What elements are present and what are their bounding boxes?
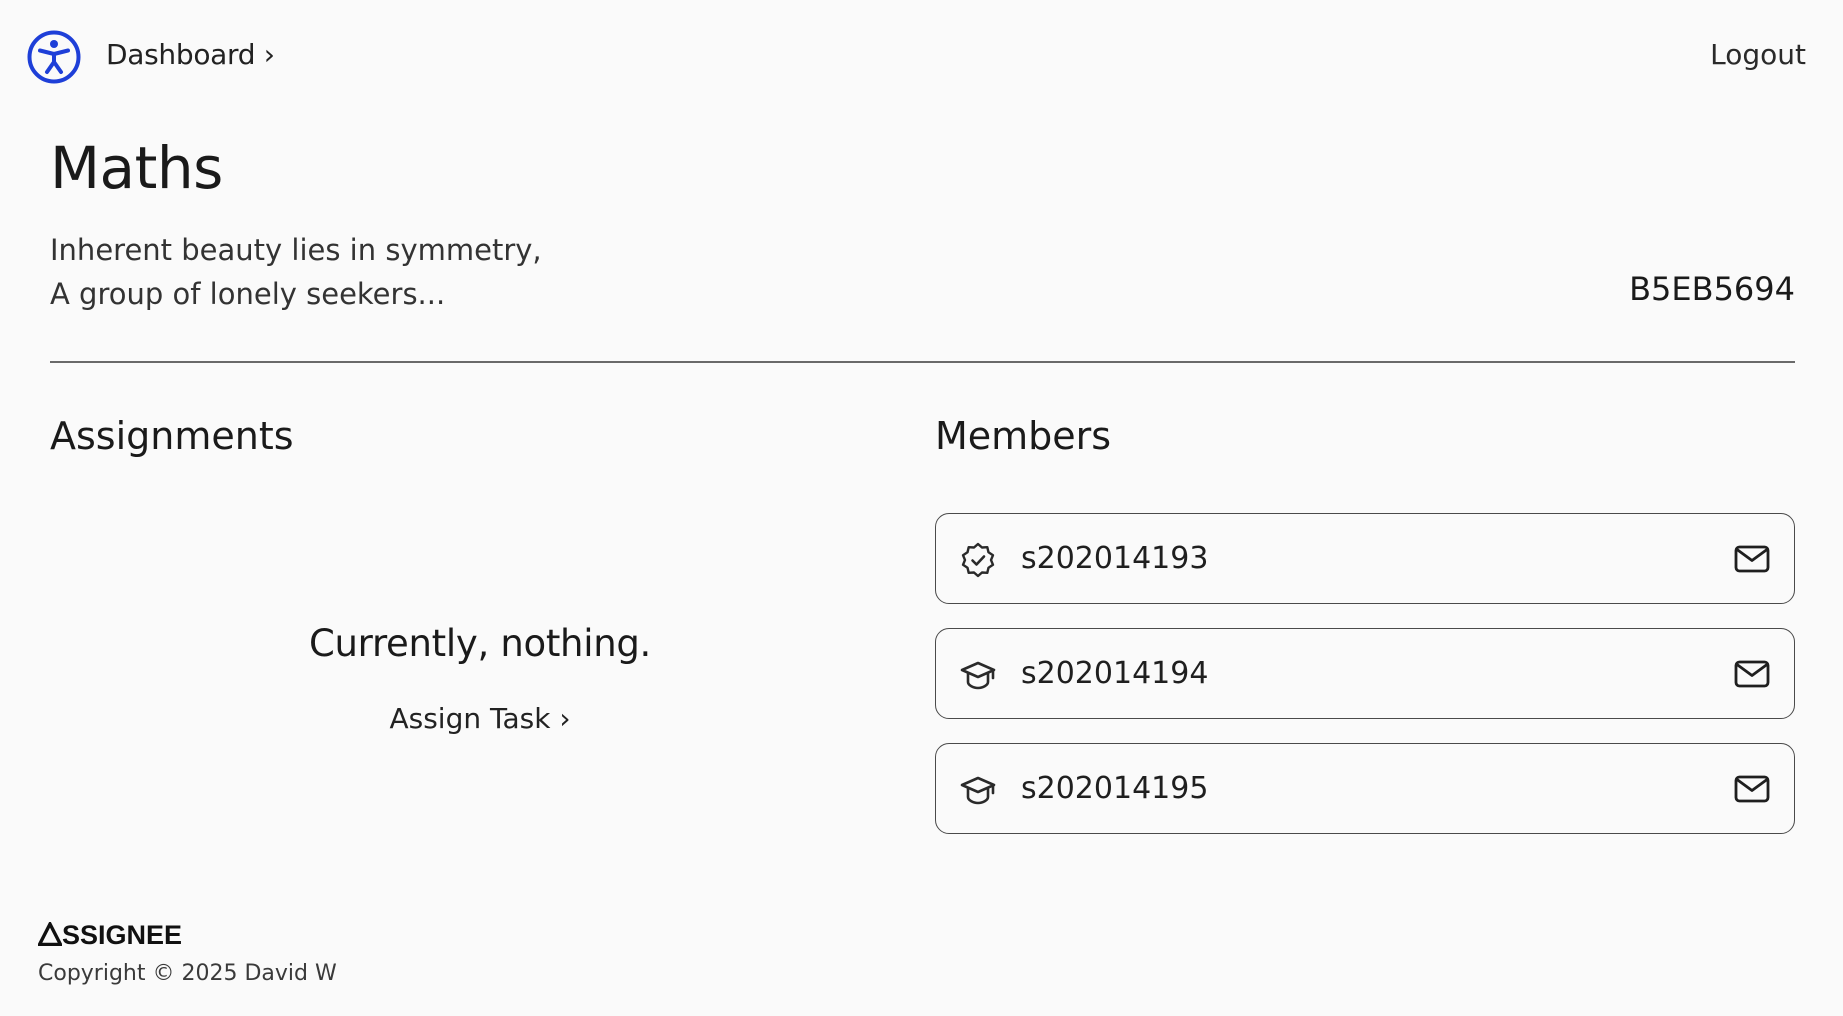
section-divider <box>50 361 1795 363</box>
graduation-cap-icon <box>960 772 996 808</box>
accessibility-icon[interactable] <box>26 29 82 85</box>
mail-icon[interactable] <box>1732 770 1772 808</box>
breadcrumb-dashboard[interactable]: Dashboard › <box>106 38 275 71</box>
member-list: s202014193 s202014194 s202014195 <box>935 513 1795 858</box>
mail-icon[interactable] <box>1732 540 1772 578</box>
graduation-cap-icon <box>960 657 996 693</box>
footer-logo-text: SSIGNEE <box>62 920 183 950</box>
course-code: B5EB5694 <box>1629 270 1795 308</box>
description-line-2: A group of lonely seekers... <box>50 277 446 311</box>
member-id: s202014193 <box>1021 541 1209 576</box>
page-title: Maths <box>50 134 223 202</box>
member-id: s202014195 <box>1021 771 1209 806</box>
assignments-empty-state: Currently, nothing. <box>309 622 651 665</box>
assignments-heading: Assignments <box>50 414 294 458</box>
assign-task-row: Assign Task › <box>50 702 910 735</box>
verified-badge-icon <box>960 542 996 578</box>
members-heading: Members <box>935 414 1112 458</box>
triangle-logo-icon <box>36 920 64 947</box>
logout-link[interactable]: Logout <box>1710 38 1806 71</box>
course-description: Inherent beauty lies in symmetry, A grou… <box>50 228 542 316</box>
member-id: s202014194 <box>1021 656 1209 691</box>
assign-task-link[interactable]: Assign Task › <box>389 702 570 735</box>
member-card: s202014195 <box>935 743 1795 834</box>
footer-logo: SSIGNEE <box>36 920 183 950</box>
copyright-text: Copyright © 2025 David W <box>38 961 337 986</box>
member-card: s202014193 <box>935 513 1795 604</box>
member-card: s202014194 <box>935 628 1795 719</box>
mail-icon[interactable] <box>1732 655 1772 693</box>
top-navigation: Dashboard › Logout <box>0 0 1843 116</box>
description-line-1: Inherent beauty lies in symmetry, <box>50 233 542 267</box>
